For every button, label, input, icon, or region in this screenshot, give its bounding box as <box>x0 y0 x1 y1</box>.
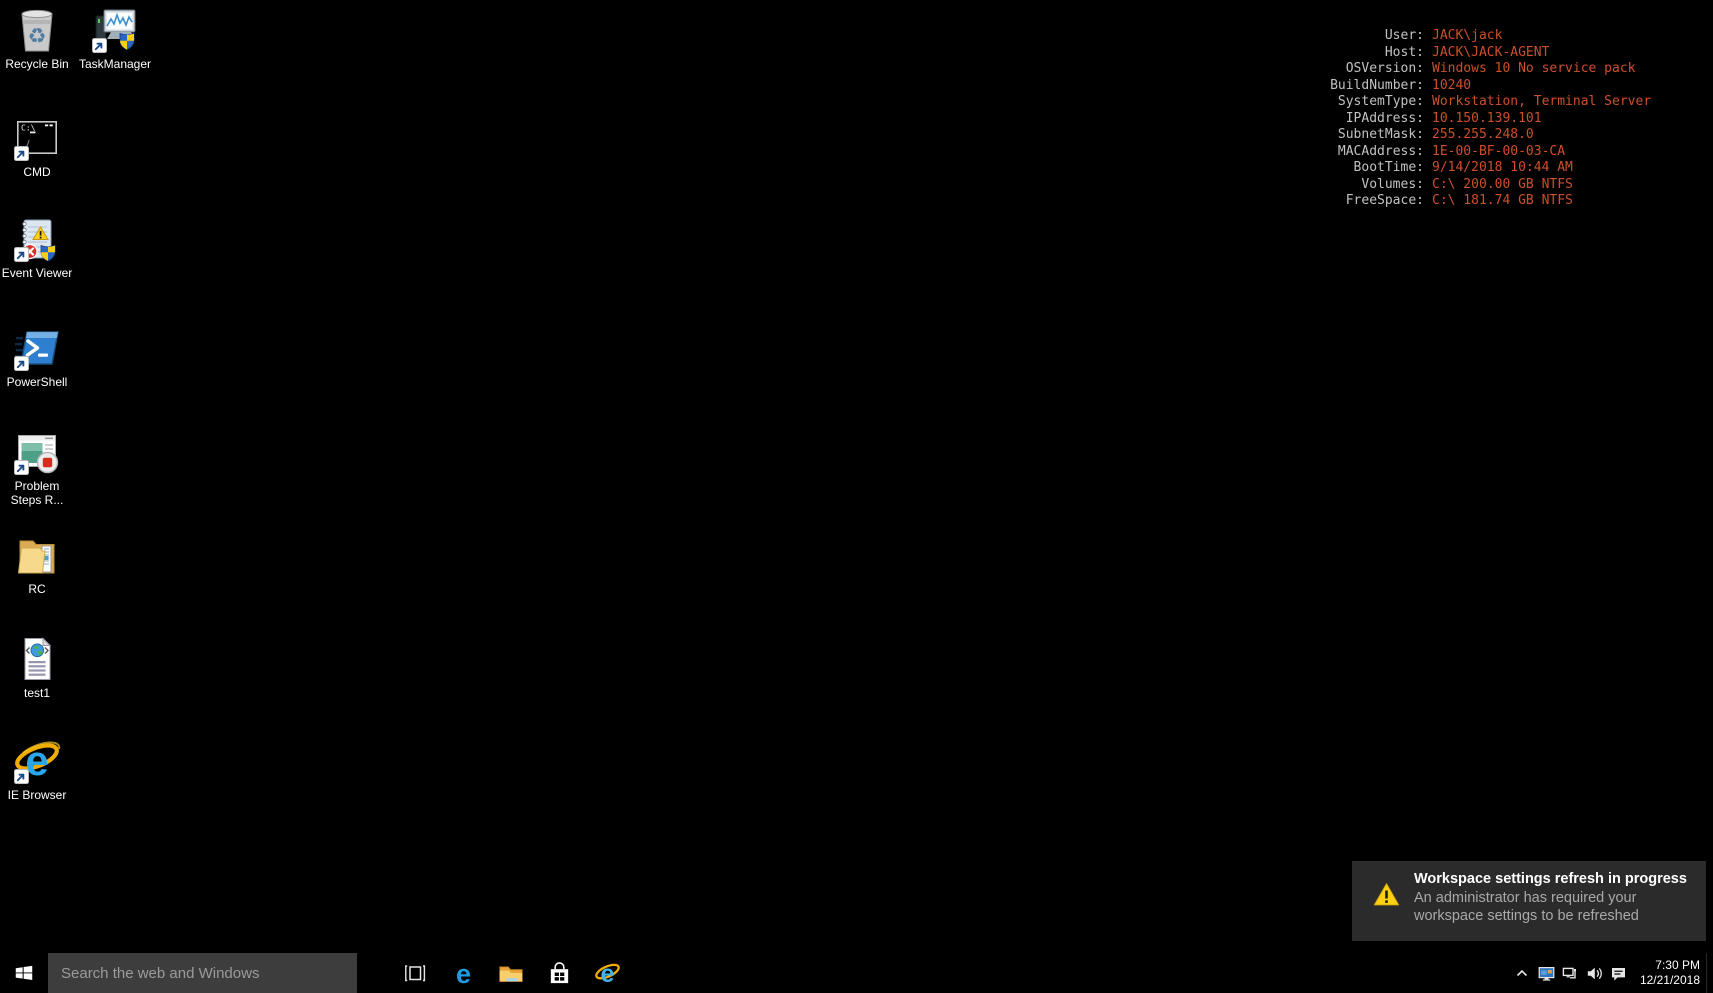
clock-time: 7:30 PM <box>1634 958 1700 973</box>
sysinfo-value: C:\ 181.74 GB NTFS <box>1432 193 1573 210</box>
taskbar-app-internet-explorer[interactable]: e <box>583 953 631 993</box>
sysinfo-value: 9/14/2018 10:44 AM <box>1432 160 1573 177</box>
desktop-icon-ie-browser[interactable]: e IE Browser <box>0 737 79 802</box>
icon-label: CMD <box>23 165 50 179</box>
sysinfo-label: MACAddress: <box>1100 144 1424 161</box>
taskbar-app-edge[interactable]: e <box>439 953 487 993</box>
shortcut-arrow-icon <box>14 146 29 161</box>
sysinfo-label: User: <box>1100 28 1424 45</box>
store-icon <box>547 961 572 986</box>
sysinfo-label: FreeSpace: <box>1100 193 1424 210</box>
icon-label: PowerShell <box>7 375 68 389</box>
system-tray: 7:30 PM 12/21/2018 <box>1510 953 1713 993</box>
sysinfo-row: BuildNumber: 10240 <box>1100 78 1651 95</box>
sysinfo-value: C:\ 200.00 GB NTFS <box>1432 177 1573 194</box>
tray-action-center-icon[interactable] <box>1606 953 1630 993</box>
system-info-overlay: User: JACK\jack Host: JACK\JACK-AGENT OSVe… <box>1100 28 1651 210</box>
sysinfo-row: OSVersion: Windows 10 No service pack <box>1100 61 1651 78</box>
recycle-bin-icon: ♻ <box>13 6 61 54</box>
warning-triangle-icon <box>1373 882 1400 907</box>
sysinfo-value: Workstation, Terminal Server <box>1432 94 1651 111</box>
icon-label: RC <box>28 582 45 596</box>
icon-label: Problem Steps R... <box>6 479 68 507</box>
sysinfo-value: 10.150.139.101 <box>1432 111 1542 128</box>
taskbar-app-file-explorer[interactable] <box>487 953 535 993</box>
tray-display-icon[interactable] <box>1534 953 1558 993</box>
desktop-icon-problem-steps-recorder[interactable]: Problem Steps R... <box>0 428 79 507</box>
desktop-icon-rc-folder[interactable]: RC <box>0 531 79 596</box>
windows-logo-icon <box>13 962 35 984</box>
task-view-button[interactable] <box>391 953 439 993</box>
svg-text:e: e <box>455 959 470 989</box>
sysinfo-value: Windows 10 No service pack <box>1432 61 1636 78</box>
folder-icon <box>13 531 61 579</box>
desktop-icon-cmd[interactable]: C:\ CMD <box>0 114 79 179</box>
sysinfo-row: IPAddress: 10.150.139.101 <box>1100 111 1651 128</box>
shortcut-arrow-icon <box>14 769 29 784</box>
tray-volume-icon[interactable] <box>1582 953 1606 993</box>
sysinfo-value: 1E-00-BF-00-03-CA <box>1432 144 1565 161</box>
icon-label: IE Browser <box>8 788 67 802</box>
internet-explorer-icon: e <box>594 960 621 987</box>
tray-chevron-up-icon[interactable] <box>1510 953 1534 993</box>
taskbar-clock[interactable]: 7:30 PM 12/21/2018 <box>1634 958 1700 988</box>
start-button[interactable] <box>0 953 48 993</box>
taskbar-app-store[interactable] <box>535 953 583 993</box>
toast-body: An administrator has required your works… <box>1414 889 1676 925</box>
svg-text:e: e <box>600 960 614 988</box>
task-view-icon <box>403 961 427 985</box>
desktop-icon-task-manager[interactable]: TaskManager <box>73 6 157 71</box>
shortcut-arrow-icon <box>14 460 29 475</box>
sysinfo-row: Host: JACK\JACK-AGENT <box>1100 45 1651 62</box>
sysinfo-row: SystemType: Workstation, Terminal Server <box>1100 94 1651 111</box>
shortcut-arrow-icon <box>14 356 29 371</box>
desktop-icon-event-viewer[interactable]: Event Viewer <box>0 215 79 280</box>
sysinfo-label: Volumes: <box>1100 177 1424 194</box>
sysinfo-row: FreeSpace: C:\ 181.74 GB NTFS <box>1100 193 1651 210</box>
icon-label: TaskManager <box>79 57 151 71</box>
icon-label: test1 <box>24 686 50 700</box>
sysinfo-label: IPAddress: <box>1100 111 1424 128</box>
tray-network-icon[interactable] <box>1558 953 1582 993</box>
uac-shield-icon <box>120 34 134 50</box>
desktop-icon-powershell[interactable]: PowerShell <box>0 324 79 389</box>
sysinfo-row: User: JACK\jack <box>1100 28 1651 45</box>
file-explorer-icon <box>498 960 524 986</box>
shortcut-arrow-icon <box>92 38 107 53</box>
sysinfo-row: BootTime: 9/14/2018 10:44 AM <box>1100 160 1651 177</box>
svg-text:♻: ♻ <box>28 25 47 48</box>
desktop-icon-test1[interactable]: test1 <box>0 635 79 700</box>
icon-label: Recycle Bin <box>5 57 68 71</box>
shortcut-arrow-icon <box>14 247 29 262</box>
sysinfo-label: OSVersion: <box>1100 61 1424 78</box>
desktop-icon-recycle-bin[interactable]: ♻ Recycle Bin <box>0 6 79 71</box>
show-desktop-button[interactable] <box>1706 953 1713 993</box>
sysinfo-value: 10240 <box>1432 78 1471 95</box>
svg-text:C:\: C:\ <box>21 124 36 133</box>
search-input[interactable] <box>48 953 357 993</box>
sysinfo-row: SubnetMask: 255.255.248.0 <box>1100 127 1651 144</box>
clock-date: 12/21/2018 <box>1634 973 1700 988</box>
uac-shield-icon <box>41 246 55 261</box>
taskbar: e e <box>0 953 1713 993</box>
notification-toast[interactable]: Workspace settings refresh in progress A… <box>1352 861 1706 941</box>
sysinfo-label: SubnetMask: <box>1100 127 1424 144</box>
html-document-icon <box>13 635 61 683</box>
edge-icon: e <box>450 960 477 987</box>
sysinfo-label: BuildNumber: <box>1100 78 1424 95</box>
sysinfo-row: Volumes: C:\ 200.00 GB NTFS <box>1100 177 1651 194</box>
sysinfo-label: Host: <box>1100 45 1424 62</box>
sysinfo-value: 255.255.248.0 <box>1432 127 1534 144</box>
toast-title: Workspace settings refresh in progress <box>1414 870 1676 889</box>
icon-label: Event Viewer <box>2 266 72 280</box>
sysinfo-label: BootTime: <box>1100 160 1424 177</box>
sysinfo-value: JACK\JACK-AGENT <box>1432 45 1549 62</box>
sysinfo-row: MACAddress: 1E-00-BF-00-03-CA <box>1100 144 1651 161</box>
sysinfo-value: JACK\jack <box>1432 28 1502 45</box>
sysinfo-label: SystemType: <box>1100 94 1424 111</box>
